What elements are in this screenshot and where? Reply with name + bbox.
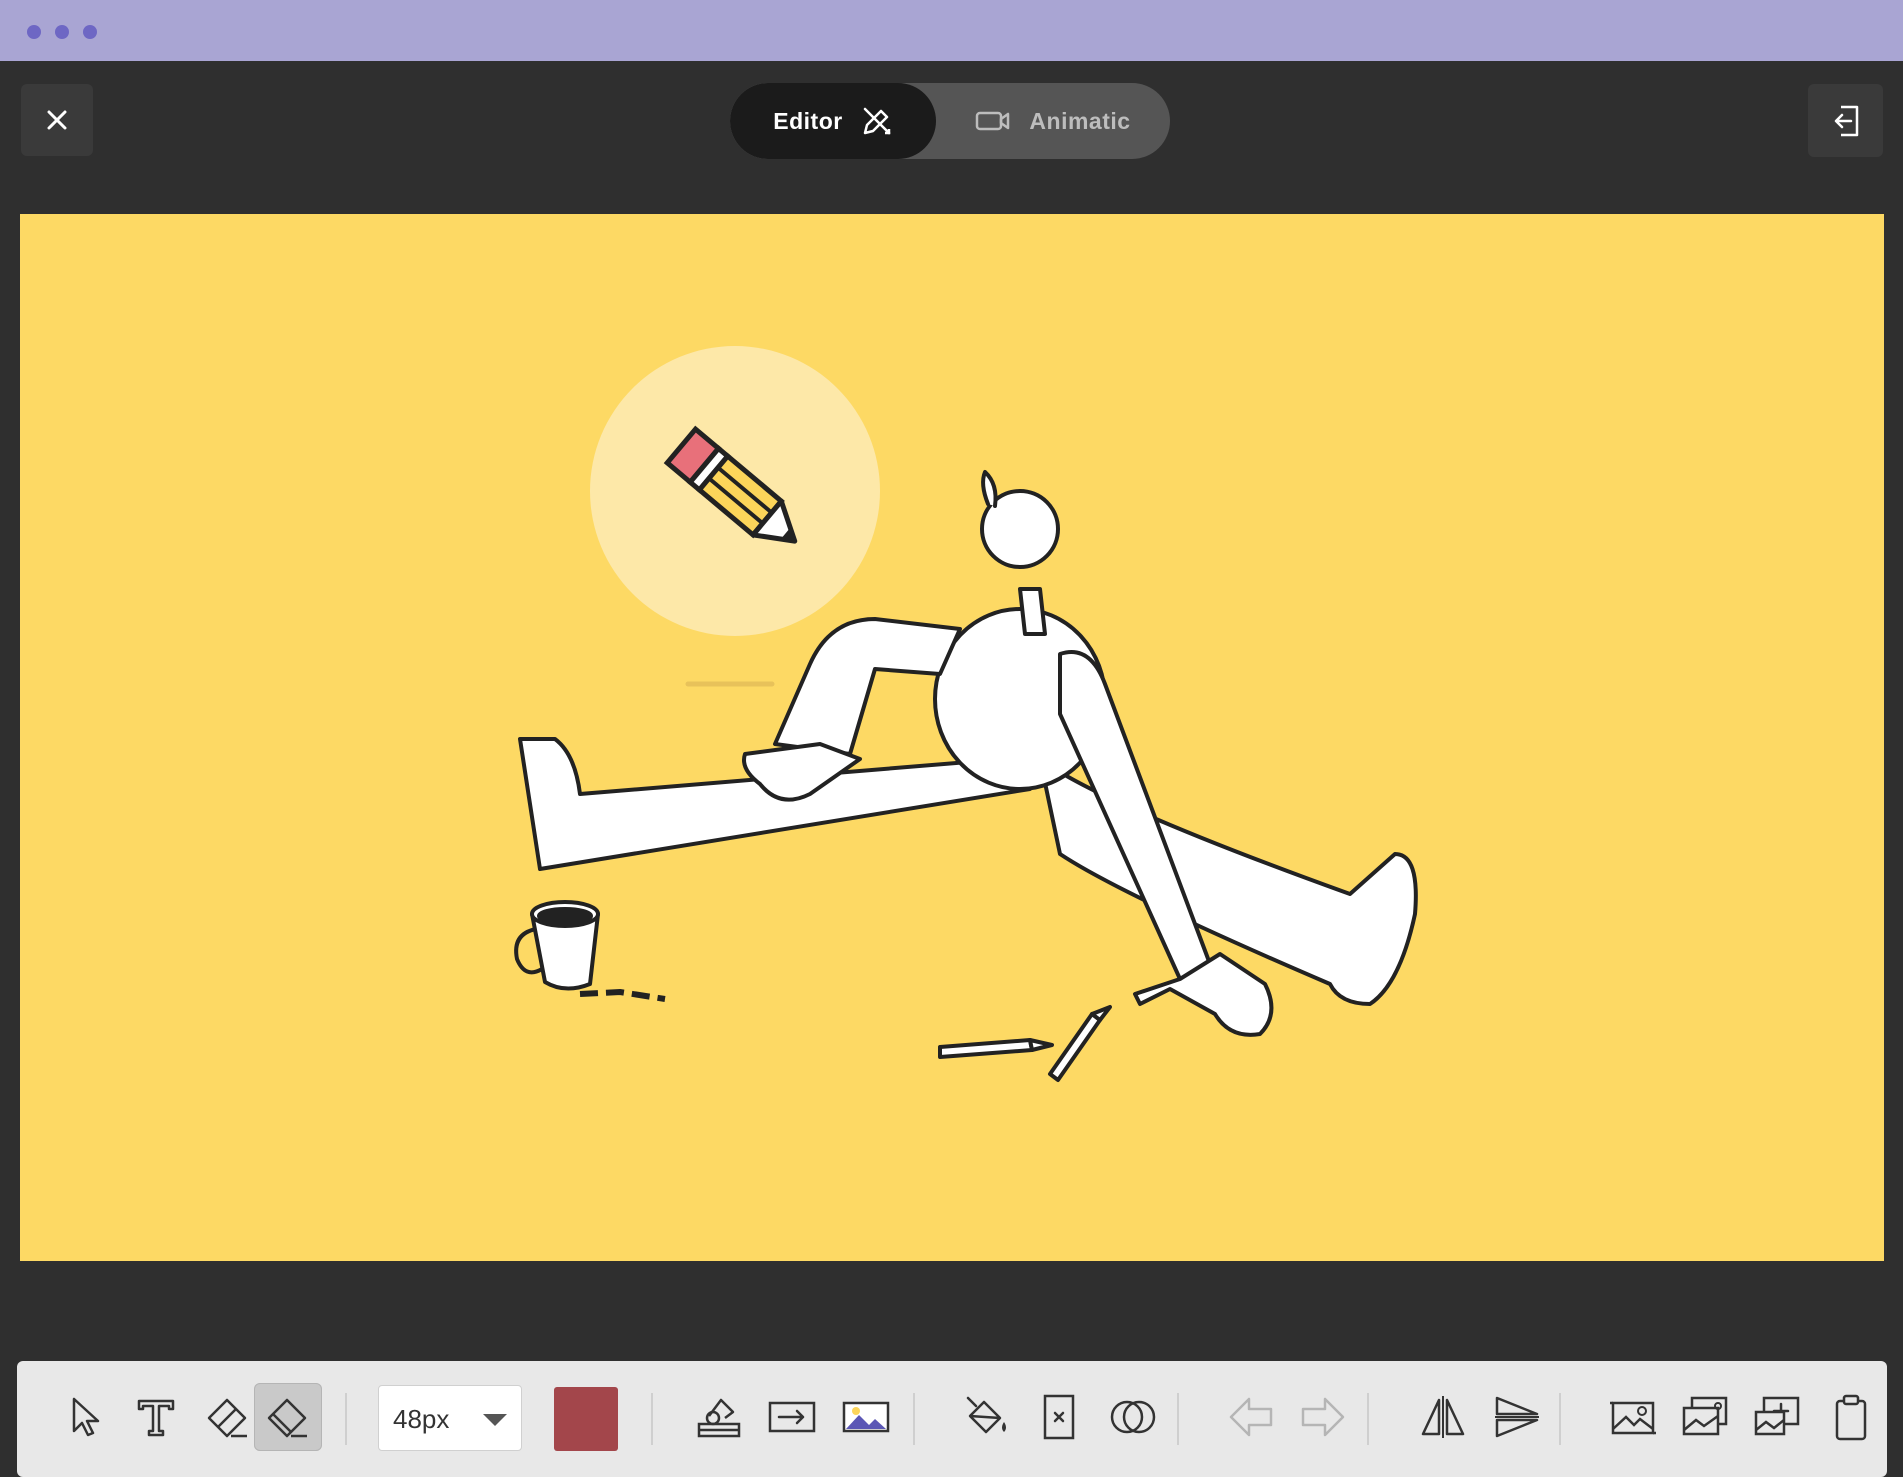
next-frame-button[interactable] — [1289, 1383, 1357, 1451]
window-dot-icon[interactable] — [55, 25, 69, 39]
tab-editor[interactable]: Editor — [730, 83, 936, 159]
exit-door-icon — [1834, 105, 1858, 136]
image-stack-icon — [1682, 1396, 1728, 1436]
arrow-box-icon — [768, 1401, 816, 1433]
coffee-mug-drawing — [514, 900, 666, 1002]
toolbar-divider — [1367, 1393, 1369, 1445]
eraser-active-icon — [267, 1398, 307, 1438]
drawing-canvas[interactable] — [20, 214, 1884, 1261]
select-tool-button[interactable] — [52, 1383, 120, 1451]
image-stack-button[interactable] — [1671, 1383, 1739, 1451]
image-settings-button[interactable] — [1599, 1383, 1667, 1451]
editor-app: Editor Animatic 48px — [0, 61, 1903, 1477]
close-icon — [47, 110, 67, 130]
arrow-left-icon — [1229, 1397, 1273, 1437]
bottom-toolbar: 48px — [17, 1361, 1887, 1477]
window-dot-icon[interactable] — [83, 25, 97, 39]
toolbar-divider — [1177, 1393, 1179, 1445]
brush-size-value: 48px — [393, 1404, 450, 1434]
insert-arrow-button[interactable] — [758, 1383, 826, 1451]
window-dot-icon[interactable] — [27, 25, 41, 39]
eraser-tool-button[interactable] — [194, 1383, 262, 1451]
fill-tool-button[interactable] — [952, 1383, 1020, 1451]
flip-horizontal-button[interactable] — [1409, 1383, 1477, 1451]
toolbar-divider — [651, 1393, 653, 1445]
toolbar-divider — [1559, 1393, 1561, 1445]
eraser-icon — [207, 1398, 247, 1438]
previous-frame-button[interactable] — [1217, 1383, 1285, 1451]
tab-editor-label: Editor — [773, 107, 843, 134]
add-image-icon — [1754, 1396, 1800, 1436]
window-titlebar — [0, 0, 1903, 61]
clear-frame-button[interactable] — [1025, 1383, 1093, 1451]
toolbar-divider — [913, 1393, 915, 1445]
toolbar-divider — [345, 1393, 347, 1445]
close-button[interactable] — [21, 84, 93, 156]
mode-toggle: Editor Animatic — [730, 83, 1170, 159]
stamp-tool-button[interactable] — [685, 1383, 753, 1451]
clear-frame-icon — [1043, 1394, 1075, 1440]
image-settings-icon — [1610, 1401, 1656, 1435]
flip-vertical-icon — [1495, 1396, 1539, 1438]
overlay-circles-icon — [1110, 1400, 1156, 1434]
dropped-pencils-drawing — [938, 1005, 1112, 1082]
fill-bucket-icon — [966, 1396, 1006, 1434]
exit-button[interactable] — [1808, 84, 1883, 157]
clipboard-icon — [1835, 1394, 1867, 1441]
canvas-illustration — [514, 346, 1418, 1082]
brush-size-select[interactable]: 48px — [378, 1385, 522, 1451]
eraser-alt-tool-button[interactable] — [254, 1383, 322, 1451]
add-image-button[interactable] — [1743, 1383, 1811, 1451]
text-tool-button[interactable] — [122, 1383, 190, 1451]
flip-horizontal-icon — [1421, 1396, 1465, 1438]
image-icon — [842, 1401, 890, 1433]
chevron-down-icon — [483, 1414, 507, 1426]
onion-skin-button[interactable] — [1099, 1383, 1167, 1451]
arrow-right-icon — [1301, 1397, 1345, 1437]
pencil-edit-icon — [863, 107, 890, 135]
select-pointer-icon — [72, 1397, 100, 1437]
flip-vertical-button[interactable] — [1483, 1383, 1551, 1451]
clipboard-button[interactable] — [1817, 1383, 1885, 1451]
color-swatch[interactable] — [554, 1387, 618, 1451]
insert-image-button[interactable] — [832, 1383, 900, 1451]
tab-animatic[interactable]: Animatic — [936, 83, 1170, 159]
video-camera-icon — [976, 111, 1010, 131]
tab-animatic-label: Animatic — [1029, 107, 1131, 134]
text-icon — [137, 1399, 175, 1437]
stamp-icon — [697, 1398, 741, 1438]
